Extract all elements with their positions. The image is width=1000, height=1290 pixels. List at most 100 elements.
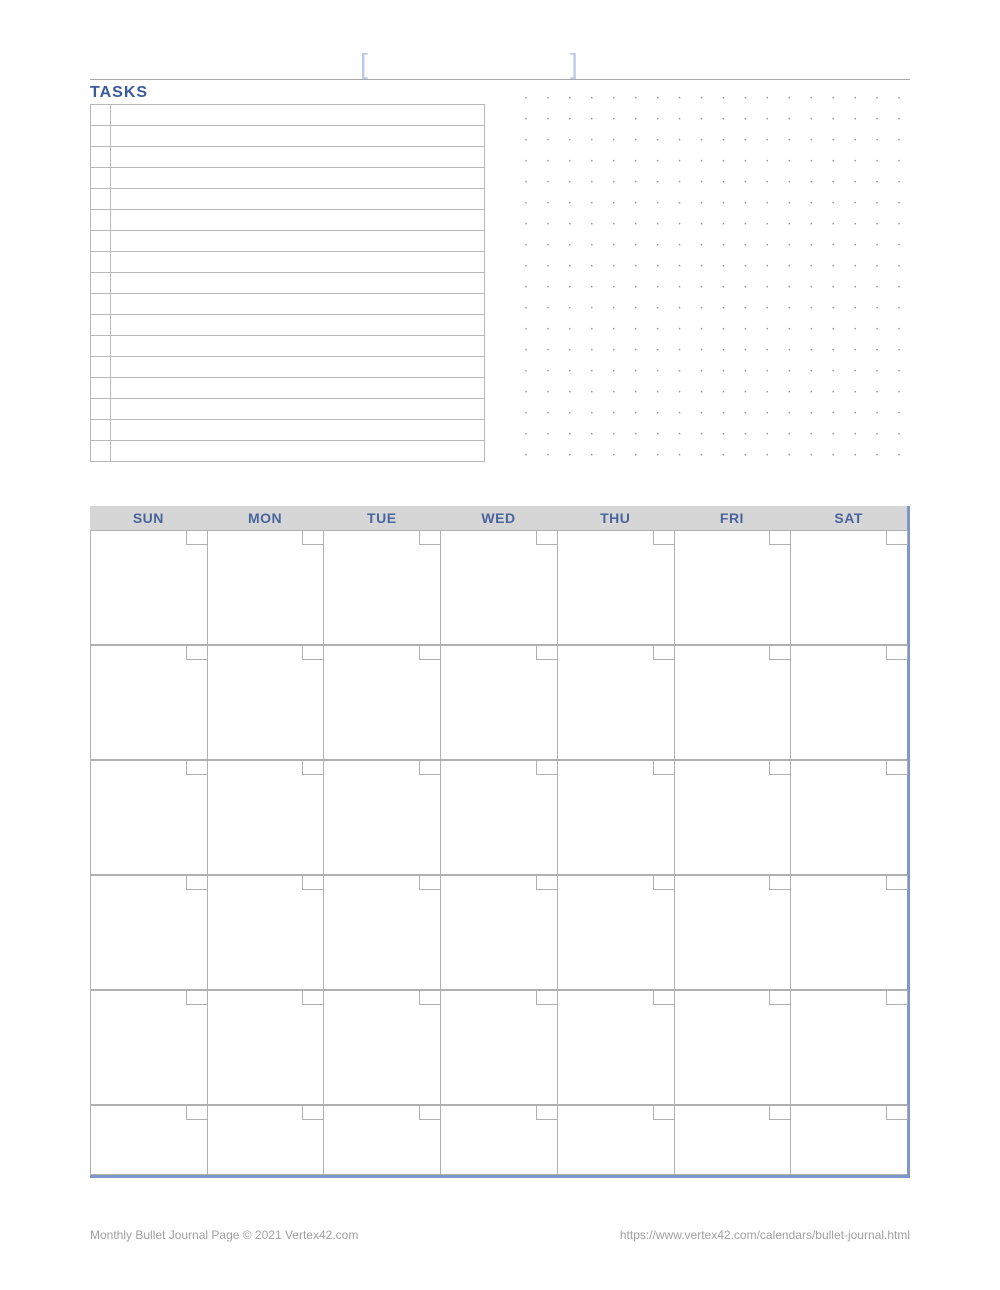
- calendar-cell[interactable]: [323, 875, 440, 990]
- calendar-cell[interactable]: [90, 760, 207, 875]
- date-number-box[interactable]: [302, 530, 324, 545]
- task-row[interactable]: [91, 420, 485, 441]
- calendar-cell[interactable]: [674, 1105, 791, 1175]
- task-checkbox-cell[interactable]: [91, 105, 111, 126]
- calendar-cell[interactable]: [557, 530, 674, 645]
- date-number-box[interactable]: [419, 645, 441, 660]
- calendar-cell[interactable]: [557, 875, 674, 990]
- date-number-box[interactable]: [419, 875, 441, 890]
- task-checkbox-cell[interactable]: [91, 315, 111, 336]
- date-number-box[interactable]: [653, 1105, 675, 1120]
- date-number-box[interactable]: [769, 1105, 791, 1120]
- date-number-box[interactable]: [769, 760, 791, 775]
- date-number-box[interactable]: [186, 875, 208, 890]
- calendar-cell[interactable]: [790, 875, 907, 990]
- calendar-cell[interactable]: [207, 990, 324, 1105]
- calendar-cell[interactable]: [440, 1105, 557, 1175]
- date-number-box[interactable]: [769, 645, 791, 660]
- task-text-cell[interactable]: [111, 105, 485, 126]
- date-number-box[interactable]: [536, 990, 558, 1005]
- date-number-box[interactable]: [419, 990, 441, 1005]
- date-number-box[interactable]: [886, 875, 908, 890]
- calendar-cell[interactable]: [674, 645, 791, 760]
- calendar-cell[interactable]: [90, 530, 207, 645]
- date-number-box[interactable]: [653, 530, 675, 545]
- calendar-cell[interactable]: [674, 530, 791, 645]
- date-number-box[interactable]: [769, 530, 791, 545]
- calendar-cell[interactable]: [90, 645, 207, 760]
- task-row[interactable]: [91, 315, 485, 336]
- calendar-cell[interactable]: [440, 875, 557, 990]
- task-checkbox-cell[interactable]: [91, 294, 111, 315]
- task-text-cell[interactable]: [111, 252, 485, 273]
- calendar-cell[interactable]: [207, 875, 324, 990]
- task-text-cell[interactable]: [111, 315, 485, 336]
- date-number-box[interactable]: [536, 530, 558, 545]
- calendar-cell[interactable]: [207, 530, 324, 645]
- task-row[interactable]: [91, 399, 485, 420]
- calendar-cell[interactable]: [440, 990, 557, 1105]
- date-number-box[interactable]: [536, 645, 558, 660]
- task-checkbox-cell[interactable]: [91, 336, 111, 357]
- calendar-cell[interactable]: [323, 760, 440, 875]
- task-text-cell[interactable]: [111, 126, 485, 147]
- calendar-cell[interactable]: [790, 760, 907, 875]
- date-number-box[interactable]: [419, 530, 441, 545]
- task-row[interactable]: [91, 231, 485, 252]
- calendar-cell[interactable]: [90, 875, 207, 990]
- calendar-cell[interactable]: [674, 760, 791, 875]
- task-text-cell[interactable]: [111, 441, 485, 462]
- calendar-cell[interactable]: [440, 530, 557, 645]
- date-number-box[interactable]: [769, 990, 791, 1005]
- date-number-box[interactable]: [302, 645, 324, 660]
- task-checkbox-cell[interactable]: [91, 147, 111, 168]
- task-text-cell[interactable]: [111, 357, 485, 378]
- calendar-cell[interactable]: [790, 530, 907, 645]
- calendar-cell[interactable]: [790, 1105, 907, 1175]
- calendar-cell[interactable]: [557, 760, 674, 875]
- task-text-cell[interactable]: [111, 189, 485, 210]
- task-checkbox-cell[interactable]: [91, 252, 111, 273]
- calendar-cell[interactable]: [440, 645, 557, 760]
- date-number-box[interactable]: [302, 875, 324, 890]
- date-number-box[interactable]: [419, 1105, 441, 1120]
- date-number-box[interactable]: [653, 875, 675, 890]
- calendar-cell[interactable]: [207, 1105, 324, 1175]
- calendar-cell[interactable]: [90, 990, 207, 1105]
- task-row[interactable]: [91, 126, 485, 147]
- calendar-cell[interactable]: [674, 990, 791, 1105]
- calendar-cell[interactable]: [90, 1105, 207, 1175]
- date-number-box[interactable]: [186, 990, 208, 1005]
- task-text-cell[interactable]: [111, 420, 485, 441]
- calendar-cell[interactable]: [207, 645, 324, 760]
- task-checkbox-cell[interactable]: [91, 168, 111, 189]
- task-row[interactable]: [91, 357, 485, 378]
- task-checkbox-cell[interactable]: [91, 357, 111, 378]
- task-text-cell[interactable]: [111, 231, 485, 252]
- calendar-cell[interactable]: [790, 645, 907, 760]
- task-checkbox-cell[interactable]: [91, 441, 111, 462]
- date-number-box[interactable]: [886, 990, 908, 1005]
- date-number-box[interactable]: [886, 1105, 908, 1120]
- date-number-box[interactable]: [186, 1105, 208, 1120]
- calendar-cell[interactable]: [323, 530, 440, 645]
- date-number-box[interactable]: [653, 645, 675, 660]
- task-row[interactable]: [91, 336, 485, 357]
- date-number-box[interactable]: [536, 1105, 558, 1120]
- task-checkbox-cell[interactable]: [91, 189, 111, 210]
- calendar-cell[interactable]: [323, 645, 440, 760]
- date-number-box[interactable]: [302, 990, 324, 1005]
- task-text-cell[interactable]: [111, 399, 485, 420]
- calendar-cell[interactable]: [323, 1105, 440, 1175]
- task-text-cell[interactable]: [111, 378, 485, 399]
- task-row[interactable]: [91, 168, 485, 189]
- task-checkbox-cell[interactable]: [91, 210, 111, 231]
- task-checkbox-cell[interactable]: [91, 378, 111, 399]
- date-number-box[interactable]: [186, 645, 208, 660]
- task-row[interactable]: [91, 441, 485, 462]
- date-number-box[interactable]: [302, 760, 324, 775]
- calendar-cell[interactable]: [557, 1105, 674, 1175]
- task-row[interactable]: [91, 189, 485, 210]
- task-checkbox-cell[interactable]: [91, 231, 111, 252]
- task-text-cell[interactable]: [111, 294, 485, 315]
